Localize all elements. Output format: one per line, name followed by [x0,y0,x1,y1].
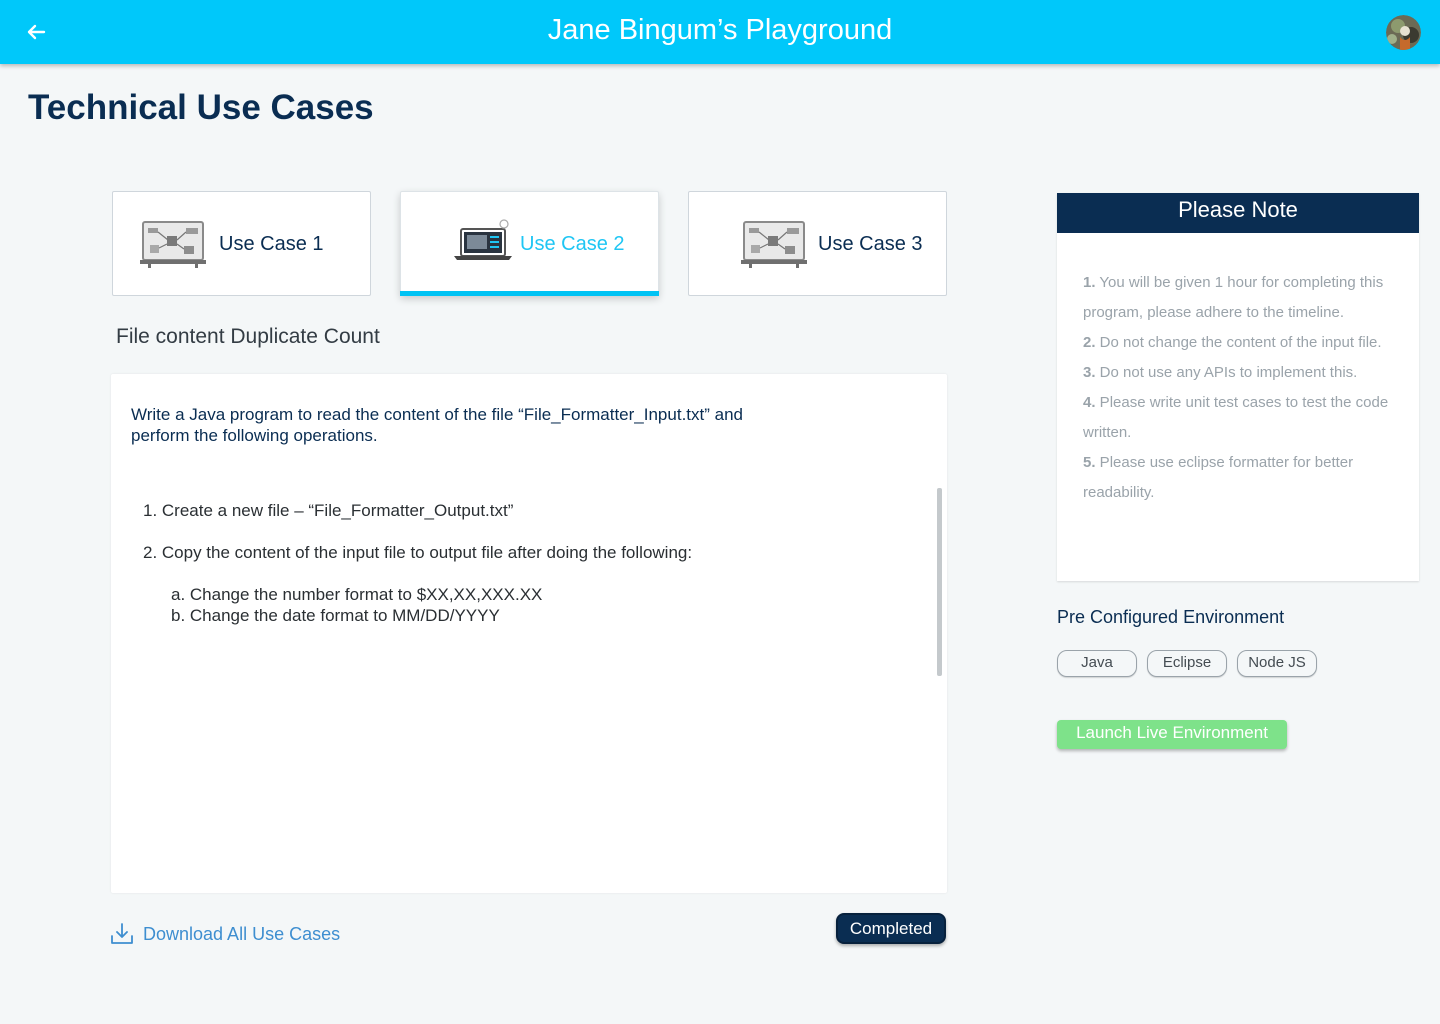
env-chip-java[interactable]: Java [1057,650,1137,677]
note-list: 1. You will be given 1 hour for completi… [1083,268,1403,508]
scrollbar-thumb[interactable] [937,488,942,676]
user-avatar[interactable] [1386,15,1421,50]
tab-use-case-1[interactable]: Use Case 1 [112,191,371,296]
download-all-link[interactable]: Download All Use Cases [110,921,340,947]
environment-heading: Pre Configured Environment [1057,607,1285,627]
please-note-card: Please Note 1. You will be given 1 hour … [1057,193,1419,581]
use-case-heading: File content Duplicate Count [116,325,380,348]
intro-line: Write a Java program to read the content… [131,405,743,424]
please-note-title: Please Note [1057,193,1419,233]
use-case-description-card: Write a Java program to read the content… [111,374,947,893]
app-title: Jane Bingum’s Playground [547,14,893,46]
note-item: 3. Do not use any APIs to implement this… [1083,364,1358,381]
top-app-bar: Jane Bingum’s Playground [0,0,1440,64]
sub-step-item: b. Change the date format to MM/DD/YYYY [171,606,500,625]
use-case-steps: 1. Create a new file – “File_Formatter_O… [143,500,692,626]
tab-label: Use Case 3 [818,233,923,255]
whiteboard-diagram-icon [741,218,807,268]
page-title: Technical Use Cases [28,88,374,127]
whiteboard-diagram-icon [140,218,206,268]
launch-live-environment-button[interactable]: Launch Live Environment [1057,720,1287,749]
download-icon [110,922,134,946]
completed-button[interactable]: Completed [836,913,946,944]
note-item: 5. Please use eclipse formatter for bett… [1083,454,1354,501]
tab-label: Use Case 2 [520,233,625,255]
tab-use-case-2[interactable]: Use Case 2 [400,191,659,296]
note-item: 1. You will be given 1 hour for completi… [1083,274,1384,321]
tab-label: Use Case 1 [219,233,324,255]
note-item: 2. Do not change the content of the inpu… [1083,334,1382,351]
active-tab-indicator [400,291,659,296]
step-item: 1. Create a new file – “File_Formatter_O… [143,501,514,520]
note-item: 4. Please write unit test cases to test … [1083,394,1389,441]
env-chip-nodejs[interactable]: Node JS [1237,650,1317,677]
use-case-intro: Write a Java program to read the content… [131,404,811,446]
intro-line: perform the following operations. [131,426,378,445]
tab-use-case-3[interactable]: Use Case 3 [688,191,947,296]
laptop-icon [452,218,514,268]
env-chip-eclipse[interactable]: Eclipse [1147,650,1227,677]
sub-step-item: a. Change the number format to $XX,XX,XX… [171,585,543,604]
step-item: 2. Copy the content of the input file to… [143,543,693,562]
download-label: Download All Use Cases [143,924,341,944]
